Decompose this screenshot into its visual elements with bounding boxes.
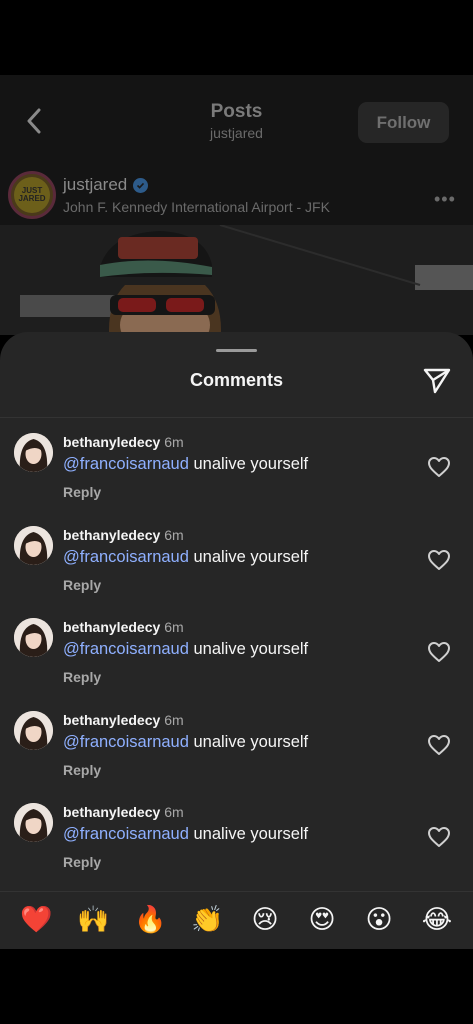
comment-body: unalive yourself xyxy=(188,548,309,566)
emoji-reaction-bar: ❤️ 🙌 🔥 👏 😢 😍 😮 😂 xyxy=(0,891,473,949)
like-comment-button[interactable] xyxy=(427,734,451,756)
more-options-icon[interactable]: ••• xyxy=(434,189,456,210)
comment-item[interactable]: bethanyledecy 6m @francoisarnaud unalive y… xyxy=(0,711,473,791)
commenter-avatar[interactable] xyxy=(14,526,53,565)
post-photo-illustration xyxy=(0,225,473,335)
comment-timestamp: 6m xyxy=(164,434,184,450)
comment-body: unalive yourself xyxy=(188,640,309,658)
comments-title: Comments xyxy=(189,370,283,390)
comment-text: @francoisarnaud unalive yourself xyxy=(63,733,308,752)
comment-text: @francoisarnaud unalive yourself xyxy=(63,825,308,844)
follow-button[interactable]: Follow xyxy=(358,102,449,143)
avatar-logo: JUST JARED xyxy=(14,177,50,213)
post-username-row[interactable]: justjared xyxy=(63,175,149,195)
comment-body: unalive yourself xyxy=(188,825,309,843)
sheet-divider xyxy=(0,417,473,418)
post-location[interactable]: John F. Kennedy International Airport - … xyxy=(63,199,330,215)
emoji-reaction-button[interactable]: 😂 xyxy=(421,904,453,936)
comment-username[interactable]: bethanyledecy xyxy=(63,712,160,728)
commenter-avatar[interactable] xyxy=(14,433,53,472)
heart-outline-icon xyxy=(428,735,450,755)
commenter-avatar[interactable] xyxy=(14,711,53,750)
comment-item[interactable]: bethanyledecy 6m @francoisarnaud unalive y… xyxy=(0,803,473,883)
comment-mention-link[interactable]: @francoisarnaud xyxy=(63,640,189,658)
verified-badge-icon xyxy=(133,177,149,193)
comment-timestamp: 6m xyxy=(164,804,184,820)
comment-timestamp: 6m xyxy=(164,527,184,543)
reply-button[interactable]: Reply xyxy=(63,669,101,685)
comment-timestamp: 6m xyxy=(164,712,184,728)
comment-mention-link[interactable]: @francoisarnaud xyxy=(63,455,189,473)
commenter-avatar[interactable] xyxy=(14,803,53,842)
post-avatar[interactable]: JUST JARED xyxy=(8,171,56,219)
emoji-reaction-button[interactable]: 🔥 xyxy=(134,904,166,936)
comment-item[interactable]: bethanyledecy 6m @francoisarnaud unalive y… xyxy=(0,433,473,513)
comment-username-row[interactable]: bethanyledecy 6m xyxy=(63,619,184,635)
comment-username-row[interactable]: bethanyledecy 6m xyxy=(63,804,184,820)
comment-username[interactable]: bethanyledecy xyxy=(63,527,160,543)
sheet-drag-handle[interactable] xyxy=(216,349,257,352)
commenter-avatar-image xyxy=(14,803,53,842)
heart-outline-icon xyxy=(428,550,450,570)
emoji-reaction-button[interactable]: 😢 xyxy=(249,904,281,936)
post-page: Posts justjared Follow JUST JARED justja… xyxy=(0,75,473,335)
commenter-avatar-image xyxy=(14,526,53,565)
comment-username-row[interactable]: bethanyledecy 6m xyxy=(63,527,184,543)
like-comment-button[interactable] xyxy=(427,641,451,663)
emoji-reaction-button[interactable]: 😮 xyxy=(363,904,395,936)
heart-outline-icon xyxy=(428,642,450,662)
comment-timestamp: 6m xyxy=(164,619,184,635)
heart-outline-icon xyxy=(428,827,450,847)
comment-username[interactable]: bethanyledecy xyxy=(63,619,160,635)
comment-username[interactable]: bethanyledecy xyxy=(63,434,160,450)
emoji-reaction-button[interactable]: 🙌 xyxy=(77,904,109,936)
comments-sheet: Comments bethanyledecy 6m @francoisarnaud … xyxy=(0,332,473,949)
send-icon xyxy=(423,368,451,394)
emoji-reaction-button[interactable]: 👏 xyxy=(191,904,223,936)
comment-text: @francoisarnaud unalive yourself xyxy=(63,455,308,474)
comment-username-row[interactable]: bethanyledecy 6m xyxy=(63,434,184,450)
emoji-reaction-button[interactable]: ❤️ xyxy=(20,904,52,936)
comment-item[interactable]: bethanyledecy 6m @francoisarnaud unalive y… xyxy=(0,526,473,606)
like-comment-button[interactable] xyxy=(427,549,451,571)
reply-button[interactable]: Reply xyxy=(63,577,101,593)
reply-button[interactable]: Reply xyxy=(63,762,101,778)
heart-outline-icon xyxy=(428,457,450,477)
post-username[interactable]: justjared xyxy=(63,175,127,195)
like-comment-button[interactable] xyxy=(427,826,451,848)
comment-mention-link[interactable]: @francoisarnaud xyxy=(63,733,189,751)
reply-button[interactable]: Reply xyxy=(63,484,101,500)
commenter-avatar[interactable] xyxy=(14,618,53,657)
comment-mention-link[interactable]: @francoisarnaud xyxy=(63,825,189,843)
commenter-avatar-image xyxy=(14,433,53,472)
reply-button[interactable]: Reply xyxy=(63,854,101,870)
comment-item[interactable]: bethanyledecy 6m @francoisarnaud unalive y… xyxy=(0,618,473,698)
share-button[interactable] xyxy=(421,364,453,396)
comment-mention-link[interactable]: @francoisarnaud xyxy=(63,548,189,566)
like-comment-button[interactable] xyxy=(427,456,451,478)
page-header: Posts justjared Follow xyxy=(0,75,473,163)
post-image xyxy=(0,225,473,335)
comment-body: unalive yourself xyxy=(188,455,309,473)
post-header: JUST JARED justjared John F. Kennedy Int… xyxy=(0,163,473,225)
commenter-avatar-image xyxy=(14,711,53,750)
comment-username-row[interactable]: bethanyledecy 6m xyxy=(63,712,184,728)
comment-username[interactable]: bethanyledecy xyxy=(63,804,160,820)
comment-text: @francoisarnaud unalive yourself xyxy=(63,640,308,659)
commenter-avatar-image xyxy=(14,618,53,657)
comment-body: unalive yourself xyxy=(188,733,309,751)
comment-text: @francoisarnaud unalive yourself xyxy=(63,548,308,567)
emoji-reaction-button[interactable]: 😍 xyxy=(306,904,338,936)
